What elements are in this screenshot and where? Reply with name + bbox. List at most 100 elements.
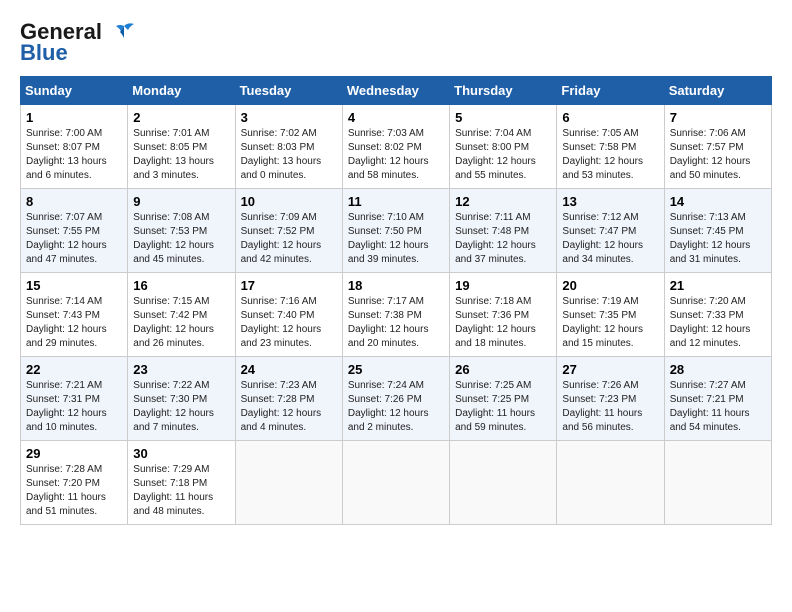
day-number: 25 <box>348 362 444 377</box>
calendar-cell: 8 Sunrise: 7:07 AMSunset: 7:55 PMDayligh… <box>21 189 128 273</box>
calendar-cell: 7 Sunrise: 7:06 AMSunset: 7:57 PMDayligh… <box>664 105 771 189</box>
day-info: Sunrise: 7:17 AMSunset: 7:38 PMDaylight:… <box>348 296 429 349</box>
calendar-cell: 23 Sunrise: 7:22 AMSunset: 7:30 PMDaylig… <box>128 357 235 441</box>
day-info: Sunrise: 7:10 AMSunset: 7:50 PMDaylight:… <box>348 212 429 265</box>
calendar-cell: 22 Sunrise: 7:21 AMSunset: 7:31 PMDaylig… <box>21 357 128 441</box>
weekday-header-saturday: Saturday <box>664 77 771 105</box>
day-info: Sunrise: 7:29 AMSunset: 7:18 PMDaylight:… <box>133 464 213 517</box>
calendar-cell: 1 Sunrise: 7:00 AMSunset: 8:07 PMDayligh… <box>21 105 128 189</box>
calendar-cell: 15 Sunrise: 7:14 AMSunset: 7:43 PMDaylig… <box>21 273 128 357</box>
day-number: 29 <box>26 446 122 461</box>
day-info: Sunrise: 7:21 AMSunset: 7:31 PMDaylight:… <box>26 380 107 433</box>
day-number: 13 <box>562 194 658 209</box>
day-info: Sunrise: 7:05 AMSunset: 7:58 PMDaylight:… <box>562 128 643 181</box>
weekday-header-friday: Friday <box>557 77 664 105</box>
day-info: Sunrise: 7:09 AMSunset: 7:52 PMDaylight:… <box>241 212 322 265</box>
day-number: 17 <box>241 278 337 293</box>
weekday-header-thursday: Thursday <box>450 77 557 105</box>
calendar-week-5: 29 Sunrise: 7:28 AMSunset: 7:20 PMDaylig… <box>21 441 772 525</box>
calendar-week-2: 8 Sunrise: 7:07 AMSunset: 7:55 PMDayligh… <box>21 189 772 273</box>
weekday-header-sunday: Sunday <box>21 77 128 105</box>
day-number: 4 <box>348 110 444 125</box>
day-info: Sunrise: 7:06 AMSunset: 7:57 PMDaylight:… <box>670 128 751 181</box>
day-info: Sunrise: 7:24 AMSunset: 7:26 PMDaylight:… <box>348 380 429 433</box>
day-number: 5 <box>455 110 551 125</box>
day-number: 1 <box>26 110 122 125</box>
day-number: 20 <box>562 278 658 293</box>
logo: General Blue <box>20 20 138 66</box>
weekday-header-tuesday: Tuesday <box>235 77 342 105</box>
calendar-cell: 21 Sunrise: 7:20 AMSunset: 7:33 PMDaylig… <box>664 273 771 357</box>
day-number: 12 <box>455 194 551 209</box>
day-info: Sunrise: 7:02 AMSunset: 8:03 PMDaylight:… <box>241 128 322 181</box>
day-info: Sunrise: 7:19 AMSunset: 7:35 PMDaylight:… <box>562 296 643 349</box>
calendar-cell: 26 Sunrise: 7:25 AMSunset: 7:25 PMDaylig… <box>450 357 557 441</box>
day-info: Sunrise: 7:28 AMSunset: 7:20 PMDaylight:… <box>26 464 106 517</box>
calendar-cell: 27 Sunrise: 7:26 AMSunset: 7:23 PMDaylig… <box>557 357 664 441</box>
day-info: Sunrise: 7:14 AMSunset: 7:43 PMDaylight:… <box>26 296 107 349</box>
day-number: 2 <box>133 110 229 125</box>
calendar-cell: 9 Sunrise: 7:08 AMSunset: 7:53 PMDayligh… <box>128 189 235 273</box>
page-header: General Blue <box>20 20 772 66</box>
calendar-cell: 14 Sunrise: 7:13 AMSunset: 7:45 PMDaylig… <box>664 189 771 273</box>
calendar-cell <box>557 441 664 525</box>
calendar-table: SundayMondayTuesdayWednesdayThursdayFrid… <box>20 76 772 525</box>
day-info: Sunrise: 7:23 AMSunset: 7:28 PMDaylight:… <box>241 380 322 433</box>
day-number: 27 <box>562 362 658 377</box>
calendar-week-1: 1 Sunrise: 7:00 AMSunset: 8:07 PMDayligh… <box>21 105 772 189</box>
day-number: 14 <box>670 194 766 209</box>
day-info: Sunrise: 7:00 AMSunset: 8:07 PMDaylight:… <box>26 128 107 181</box>
calendar-cell: 4 Sunrise: 7:03 AMSunset: 8:02 PMDayligh… <box>342 105 449 189</box>
calendar-cell: 30 Sunrise: 7:29 AMSunset: 7:18 PMDaylig… <box>128 441 235 525</box>
calendar-cell: 16 Sunrise: 7:15 AMSunset: 7:42 PMDaylig… <box>128 273 235 357</box>
calendar-cell <box>450 441 557 525</box>
calendar-cell: 10 Sunrise: 7:09 AMSunset: 7:52 PMDaylig… <box>235 189 342 273</box>
day-info: Sunrise: 7:22 AMSunset: 7:30 PMDaylight:… <box>133 380 214 433</box>
calendar-cell: 3 Sunrise: 7:02 AMSunset: 8:03 PMDayligh… <box>235 105 342 189</box>
day-number: 16 <box>133 278 229 293</box>
day-info: Sunrise: 7:26 AMSunset: 7:23 PMDaylight:… <box>562 380 642 433</box>
day-number: 3 <box>241 110 337 125</box>
day-number: 18 <box>348 278 444 293</box>
calendar-cell: 18 Sunrise: 7:17 AMSunset: 7:38 PMDaylig… <box>342 273 449 357</box>
calendar-cell: 20 Sunrise: 7:19 AMSunset: 7:35 PMDaylig… <box>557 273 664 357</box>
day-number: 26 <box>455 362 551 377</box>
day-info: Sunrise: 7:20 AMSunset: 7:33 PMDaylight:… <box>670 296 751 349</box>
day-number: 8 <box>26 194 122 209</box>
calendar-cell: 19 Sunrise: 7:18 AMSunset: 7:36 PMDaylig… <box>450 273 557 357</box>
calendar-header-row: SundayMondayTuesdayWednesdayThursdayFrid… <box>21 77 772 105</box>
day-number: 19 <box>455 278 551 293</box>
day-number: 30 <box>133 446 229 461</box>
day-info: Sunrise: 7:07 AMSunset: 7:55 PMDaylight:… <box>26 212 107 265</box>
day-info: Sunrise: 7:01 AMSunset: 8:05 PMDaylight:… <box>133 128 214 181</box>
day-info: Sunrise: 7:13 AMSunset: 7:45 PMDaylight:… <box>670 212 751 265</box>
day-number: 15 <box>26 278 122 293</box>
day-info: Sunrise: 7:08 AMSunset: 7:53 PMDaylight:… <box>133 212 214 265</box>
day-info: Sunrise: 7:03 AMSunset: 8:02 PMDaylight:… <box>348 128 429 181</box>
calendar-cell <box>235 441 342 525</box>
day-info: Sunrise: 7:11 AMSunset: 7:48 PMDaylight:… <box>455 212 536 265</box>
calendar-cell: 28 Sunrise: 7:27 AMSunset: 7:21 PMDaylig… <box>664 357 771 441</box>
day-number: 11 <box>348 194 444 209</box>
day-number: 9 <box>133 194 229 209</box>
day-info: Sunrise: 7:18 AMSunset: 7:36 PMDaylight:… <box>455 296 536 349</box>
weekday-header-monday: Monday <box>128 77 235 105</box>
day-number: 10 <box>241 194 337 209</box>
day-number: 28 <box>670 362 766 377</box>
calendar-cell: 24 Sunrise: 7:23 AMSunset: 7:28 PMDaylig… <box>235 357 342 441</box>
day-info: Sunrise: 7:16 AMSunset: 7:40 PMDaylight:… <box>241 296 322 349</box>
calendar-cell: 2 Sunrise: 7:01 AMSunset: 8:05 PMDayligh… <box>128 105 235 189</box>
calendar-week-4: 22 Sunrise: 7:21 AMSunset: 7:31 PMDaylig… <box>21 357 772 441</box>
day-info: Sunrise: 7:25 AMSunset: 7:25 PMDaylight:… <box>455 380 535 433</box>
day-number: 22 <box>26 362 122 377</box>
day-number: 7 <box>670 110 766 125</box>
day-number: 21 <box>670 278 766 293</box>
calendar-cell: 6 Sunrise: 7:05 AMSunset: 7:58 PMDayligh… <box>557 105 664 189</box>
calendar-cell: 11 Sunrise: 7:10 AMSunset: 7:50 PMDaylig… <box>342 189 449 273</box>
logo-bird-icon <box>110 22 138 44</box>
day-info: Sunrise: 7:04 AMSunset: 8:00 PMDaylight:… <box>455 128 536 181</box>
day-info: Sunrise: 7:12 AMSunset: 7:47 PMDaylight:… <box>562 212 643 265</box>
calendar-cell <box>664 441 771 525</box>
calendar-cell: 13 Sunrise: 7:12 AMSunset: 7:47 PMDaylig… <box>557 189 664 273</box>
weekday-header-wednesday: Wednesday <box>342 77 449 105</box>
